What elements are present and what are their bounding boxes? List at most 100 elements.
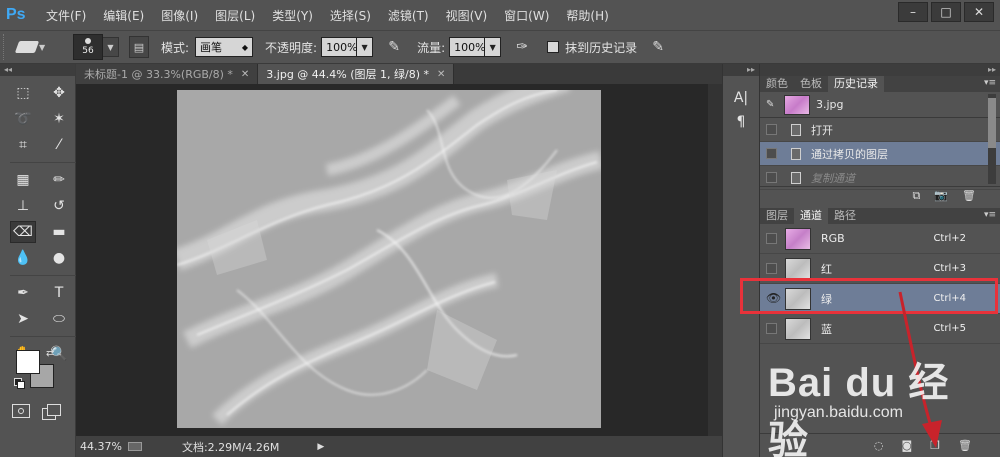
clone-stamp-tool-icon[interactable]: ⊥ bbox=[10, 195, 36, 217]
channel-blue[interactable]: 蓝 Ctrl+5 bbox=[760, 314, 1000, 344]
visibility-toggle[interactable] bbox=[766, 323, 777, 334]
screen-mode-icon[interactable] bbox=[42, 404, 62, 420]
canvas-vertical-scrollbar[interactable] bbox=[708, 84, 722, 436]
foreground-color[interactable] bbox=[16, 350, 40, 374]
eraser-tool-icon[interactable]: ⌫ bbox=[10, 221, 36, 243]
menu-item[interactable]: 类型(Y) bbox=[272, 7, 313, 24]
mode-select[interactable]: 画笔 ◆ bbox=[195, 37, 254, 57]
options-grip[interactable] bbox=[3, 34, 9, 60]
history-source-checkbox[interactable] bbox=[766, 172, 777, 183]
camera-snapshot-icon[interactable]: 📷 bbox=[934, 189, 948, 202]
tab-color[interactable]: 颜色 bbox=[760, 76, 794, 92]
collapse-toolbox-icon[interactable]: ◂◂ bbox=[0, 64, 75, 76]
close-button[interactable]: ✕ bbox=[964, 2, 994, 22]
visibility-toggle[interactable] bbox=[766, 263, 777, 274]
quick-mask-icon[interactable] bbox=[12, 404, 30, 418]
maximize-button[interactable]: □ bbox=[931, 2, 961, 22]
close-tab-icon[interactable]: ✕ bbox=[437, 69, 445, 80]
brush-preset-picker[interactable]: 56 bbox=[73, 34, 103, 60]
menu-item[interactable]: 图层(L) bbox=[215, 7, 255, 24]
eyedropper-tool-icon[interactable]: ⁄ bbox=[46, 134, 72, 156]
healing-brush-tool-icon[interactable]: ▦ bbox=[10, 169, 36, 191]
marquee-tool-icon[interactable]: ⬚ bbox=[10, 82, 36, 104]
default-colors-icon[interactable] bbox=[14, 378, 25, 389]
pressure-opacity-icon[interactable]: ✎ bbox=[383, 36, 405, 58]
menu-item[interactable]: 图像(I) bbox=[161, 7, 198, 24]
history-scrollbar[interactable] bbox=[988, 94, 996, 184]
pen-tool-icon[interactable]: ✒ bbox=[10, 282, 36, 304]
dodge-tool-icon[interactable]: ● bbox=[46, 247, 72, 269]
lasso-tool-icon[interactable]: ➰ bbox=[10, 108, 36, 130]
type-tool-icon[interactable]: T bbox=[46, 282, 72, 304]
document-tabs: 未标题-1 @ 33.3%(RGB/8) * ✕ 3.jpg @ 44.4% (… bbox=[76, 64, 722, 84]
opacity-field[interactable]: 100% bbox=[321, 37, 358, 57]
tab-paths[interactable]: 路径 bbox=[828, 208, 862, 224]
pressure-size-icon[interactable]: ✎ bbox=[647, 36, 669, 58]
flow-field[interactable]: 100% bbox=[449, 37, 486, 57]
history-snapshot[interactable]: ✎ 3.jpg bbox=[760, 92, 1000, 118]
menu-item[interactable]: 窗口(W) bbox=[504, 7, 549, 24]
doc-tab-3jpg[interactable]: 3.jpg @ 44.4% (图层 1, 绿/8) * ✕ bbox=[258, 64, 455, 84]
flow-dropdown[interactable]: ▼ bbox=[485, 37, 502, 57]
tool-preset-picker[interactable]: ▼ bbox=[14, 34, 59, 60]
history-item-open[interactable]: 打开 bbox=[760, 118, 1000, 142]
move-tool-icon[interactable]: ✥ bbox=[46, 82, 72, 104]
gradient-tool-icon[interactable]: ▬ bbox=[46, 221, 72, 243]
history-brush-tool-icon[interactable]: ↺ bbox=[46, 195, 72, 217]
brush-tool-icon[interactable]: ✏ bbox=[46, 169, 72, 191]
magic-wand-tool-icon[interactable]: ✶ bbox=[46, 108, 72, 130]
menu-item[interactable]: 文件(F) bbox=[46, 7, 86, 24]
panel-menu-icon[interactable]: ▾≡ bbox=[984, 210, 996, 220]
channel-shortcut: Ctrl+2 bbox=[933, 233, 966, 244]
updown-icon: ◆ bbox=[241, 42, 249, 52]
airbrush-icon[interactable]: ✑ bbox=[511, 36, 533, 58]
history-item-duplicate-channel[interactable]: 复制通道 bbox=[760, 166, 1000, 190]
tab-channels[interactable]: 通道 bbox=[794, 208, 828, 224]
history-source-checkbox[interactable] bbox=[766, 124, 777, 135]
channel-rgb[interactable]: RGB Ctrl+2 bbox=[760, 224, 1000, 254]
menu-item[interactable]: 帮助(H) bbox=[566, 7, 608, 24]
history-item-label: 打开 bbox=[811, 123, 833, 137]
crop-tool-icon[interactable]: ⌗ bbox=[10, 134, 36, 156]
collapse-right-panels-icon[interactable]: ▸▸ bbox=[760, 64, 1000, 76]
brush-panel-toggle[interactable]: ▤ bbox=[129, 36, 149, 58]
menu-item[interactable]: 选择(S) bbox=[330, 7, 371, 24]
window-controls: – □ ✕ bbox=[898, 2, 994, 22]
photoshop-logo: Ps bbox=[6, 6, 26, 23]
tab-swatches[interactable]: 色板 bbox=[794, 76, 828, 92]
brush-dropdown[interactable]: ▼ bbox=[103, 37, 119, 57]
history-item-layer-via-copy[interactable]: 通过拷贝的图层 bbox=[760, 142, 1000, 166]
menu-item[interactable]: 视图(V) bbox=[446, 7, 488, 24]
blur-tool-icon[interactable]: 💧 bbox=[10, 247, 36, 269]
doc-tab-untitled[interactable]: 未标题-1 @ 33.3%(RGB/8) * ✕ bbox=[76, 64, 259, 84]
panel-menu-icon[interactable]: ▾≡ bbox=[984, 78, 996, 88]
erase-history-checkbox[interactable] bbox=[547, 41, 560, 53]
history-step-icon bbox=[791, 147, 801, 160]
menu-item[interactable]: 编辑(E) bbox=[103, 7, 144, 24]
status-bar: 44.37% 文档:2.29M/4.26M ▶ bbox=[76, 436, 722, 457]
tab-history[interactable]: 历史记录 bbox=[828, 76, 884, 92]
history-brush-source-icon[interactable]: ✎ bbox=[766, 99, 778, 111]
collapsed-panel-dock: ▸▸ A| ¶ bbox=[722, 64, 760, 457]
minimize-button[interactable]: – bbox=[898, 2, 928, 22]
ellipse-tool-icon[interactable]: ⬭ bbox=[46, 308, 72, 330]
opacity-dropdown[interactable]: ▼ bbox=[357, 37, 374, 57]
history-list: ✎ 3.jpg 打开 通过拷贝的图层 复制通道 bbox=[760, 92, 1000, 190]
zoom-level[interactable]: 44.37% bbox=[80, 440, 122, 453]
close-tab-icon[interactable]: ✕ bbox=[241, 69, 249, 80]
status-menu-arrow-icon[interactable]: ▶ bbox=[317, 442, 324, 452]
visibility-toggle[interactable] bbox=[766, 233, 777, 244]
swap-colors-icon[interactable]: ⇄ bbox=[46, 348, 54, 359]
character-panel-icon[interactable]: A| bbox=[730, 90, 752, 110]
history-source-checkbox[interactable] bbox=[766, 148, 777, 159]
new-document-from-state-icon[interactable]: ⧉ bbox=[912, 189, 920, 203]
tab-layers[interactable]: 图层 bbox=[760, 208, 794, 224]
document-canvas[interactable] bbox=[177, 90, 601, 428]
opacity-label: 不透明度: bbox=[265, 40, 318, 55]
expand-panels-icon[interactable]: ▸▸ bbox=[723, 64, 759, 76]
menu-item[interactable]: 滤镜(T) bbox=[388, 7, 429, 24]
trash-icon[interactable]: 🗑 bbox=[962, 189, 976, 202]
paragraph-panel-icon[interactable]: ¶ bbox=[730, 114, 752, 134]
menu-bar: Ps 文件(F) 编辑(E) 图像(I) 图层(L) 类型(Y) 选择(S) 滤镜(T) 视图… bbox=[0, 0, 1000, 30]
path-selection-tool-icon[interactable]: ➤ bbox=[10, 308, 36, 330]
